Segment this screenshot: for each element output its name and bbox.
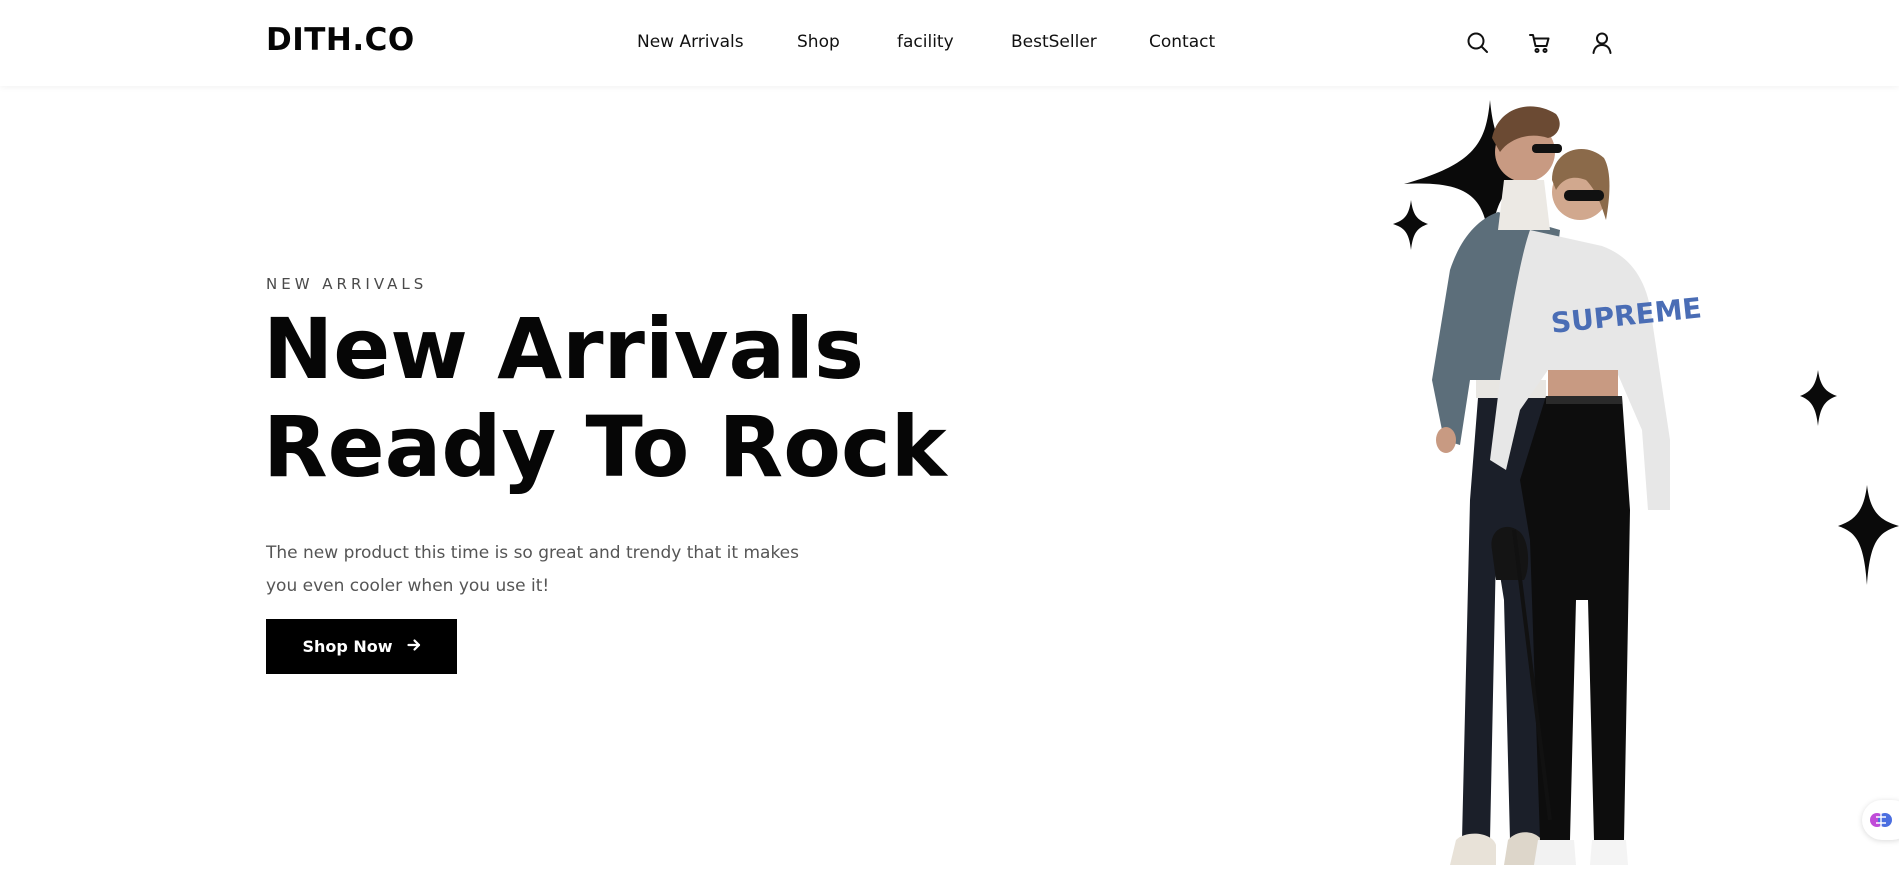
brain-icon [1870,810,1892,834]
hero-eyebrow: NEW ARRIVALS [266,275,428,293]
search-icon[interactable] [1465,30,1491,56]
nav-item-contact[interactable]: Contact [1149,32,1215,52]
nav-item-bestseller[interactable]: BestSeller [1011,32,1097,52]
brand-logo[interactable]: DITH.CO [266,22,415,58]
hero-description: The new product this time is so great an… [266,543,799,596]
nav-item-facility[interactable]: facility [897,32,954,52]
hero-title-line-1: New Arrivals [263,300,865,398]
hero-models-image: SUPREME [1380,80,1899,865]
shop-now-label: Shop Now [302,637,393,656]
assistant-floating-button[interactable] [1862,800,1899,840]
nav-item-new-arrivals[interactable]: New Arrivals [637,32,744,52]
hero-title: New Arrivals Ready To Rock [263,300,947,496]
hero-title-line-2: Ready To Rock [263,398,947,496]
user-icon[interactable] [1589,30,1615,56]
arrow-right-icon [406,637,421,656]
cart-icon[interactable] [1527,30,1553,56]
site-header: DITH.CO New Arrivals Shop facility BestS… [0,0,1899,86]
shop-now-button[interactable]: Shop Now [266,619,457,674]
nav-item-shop[interactable]: Shop [797,32,840,52]
